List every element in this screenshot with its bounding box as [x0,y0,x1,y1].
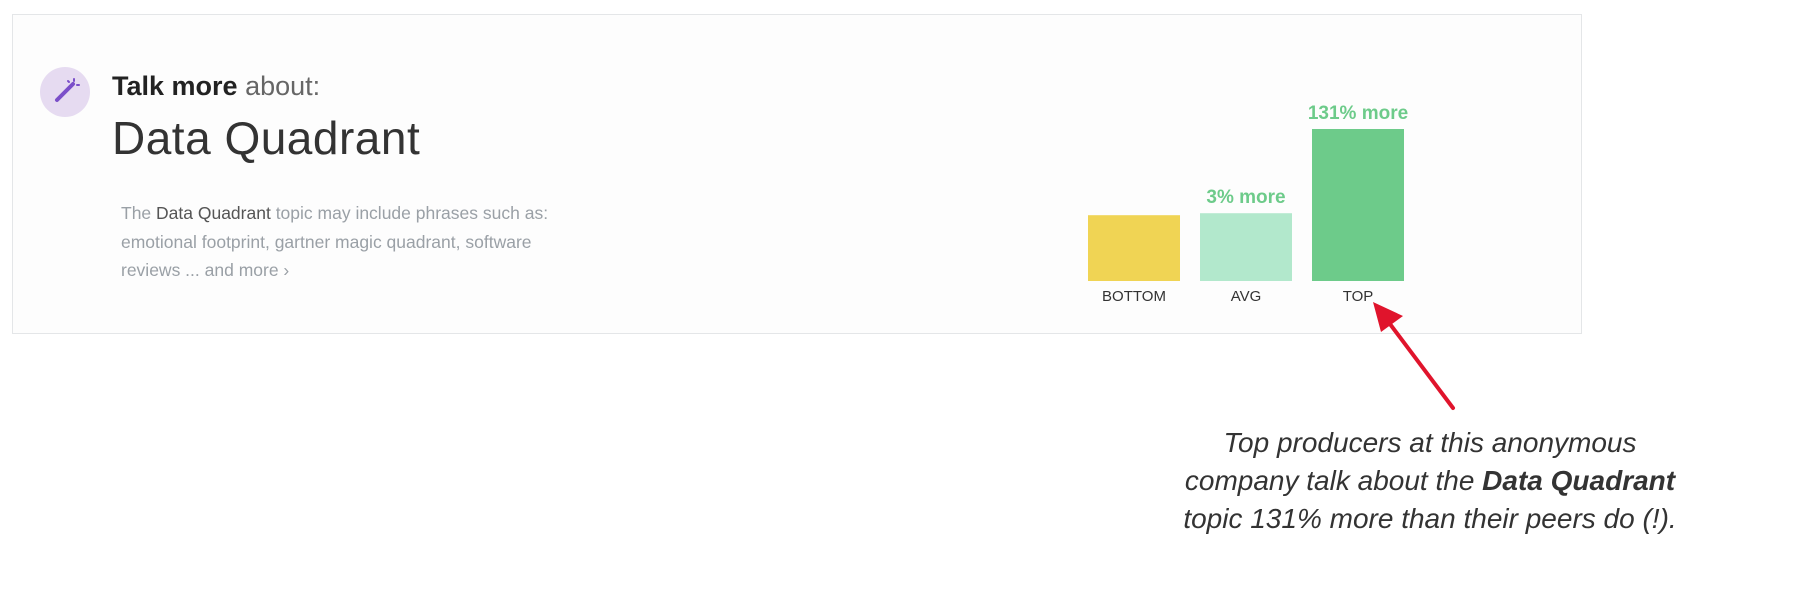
caption-line-3: topic 131% more than their peers do (!). [1183,503,1677,534]
bar-bottom [1088,215,1180,281]
topic-description: The Data Quadrant topic may include phra… [121,199,561,285]
heading-bold: Talk more [112,71,238,101]
topic-card: Talk more about: Data Quadrant The Data … [12,14,1582,334]
data-label-top: 131% more [1308,103,1408,124]
comparison-bar-chart: BOTTOM AVG3% moreTOP131% more [1088,103,1408,305]
bar-label-bottom: BOTTOM [1102,288,1166,305]
bar-avg [1200,213,1292,281]
and-more-link[interactable]: and more › [205,260,290,280]
bar-label-avg: AVG [1231,288,1262,305]
topic-title: Data Quadrant [112,112,421,164]
magic-wand-icon [55,78,80,102]
heading-rest: about: [237,71,321,101]
card-heading: Talk more about: [112,71,320,102]
description-topic: Data Quadrant [156,203,271,223]
caption-line-2-pre: company talk about the [1184,465,1483,496]
red-arrow [1373,302,1455,410]
data-label-avg: 3% more [1206,187,1285,208]
bar-top [1312,129,1404,281]
caption-topic: Data Quadrant [1482,465,1676,496]
caption-line-2: company talk about the Data Quadrant [1150,462,1710,500]
annotation-caption: Top producers at this anonymous company … [1150,424,1710,538]
description-prefix: The [121,203,157,223]
topic-badge [40,67,90,117]
caption-line-1: Top producers at this anonymous [1223,427,1637,458]
